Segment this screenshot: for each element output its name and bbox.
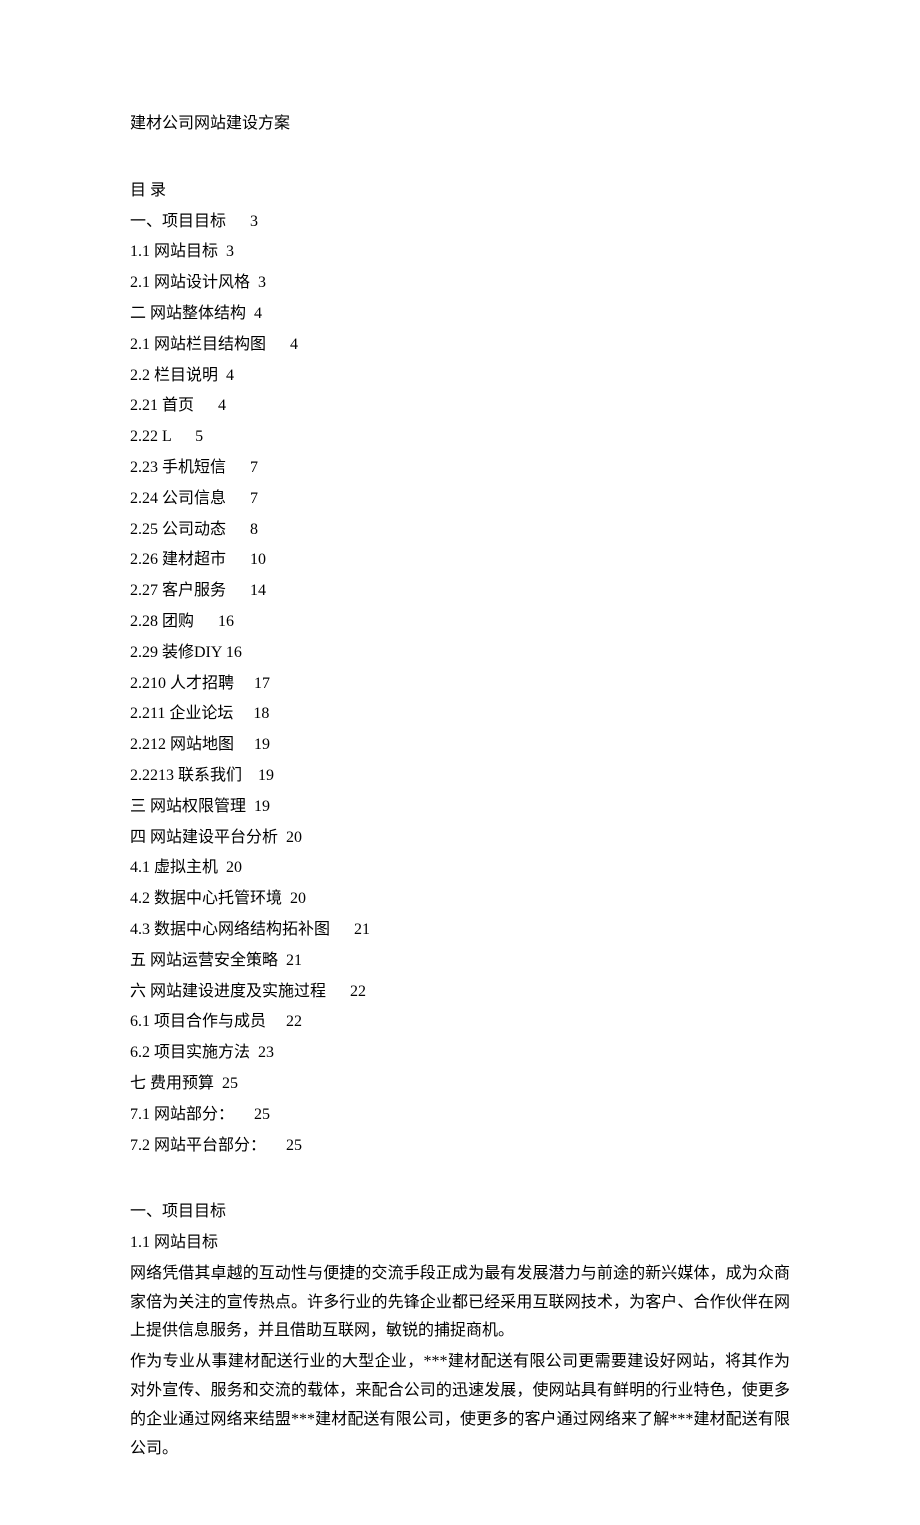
toc-item: 2.210 人才招聘 17 xyxy=(130,670,790,699)
toc-item: 三 网站权限管理 19 xyxy=(130,793,790,822)
toc-item: 2.25 公司动态 8 xyxy=(130,516,790,545)
document-title: 建材公司网站建设方案 xyxy=(130,110,790,139)
toc-item: 2.26 建材超市 10 xyxy=(130,546,790,575)
toc-item: 2.1 网站栏目结构图 4 xyxy=(130,331,790,360)
toc-item: 6.2 项目实施方法 23 xyxy=(130,1039,790,1068)
toc-item: 七 费用预算 25 xyxy=(130,1070,790,1099)
toc-item: 2.1 网站设计风格 3 xyxy=(130,269,790,298)
toc-item: 2.29 装修DIY 16 xyxy=(130,639,790,668)
toc-item: 2.24 公司信息 7 xyxy=(130,485,790,514)
toc-item: 1.1 网站目标 3 xyxy=(130,238,790,267)
paragraph-2: 作为专业从事建材配送行业的大型企业，***建材配送有限公司更需要建设好网站，将其… xyxy=(130,1348,790,1463)
toc-item: 四 网站建设平台分析 20 xyxy=(130,824,790,853)
section-1-subheading: 1.1 网站目标 xyxy=(130,1229,790,1258)
toc-item: 4.3 数据中心网络结构拓补图 21 xyxy=(130,916,790,945)
section-1-heading: 一、项目目标 xyxy=(130,1198,790,1227)
toc-item: 2.23 手机短信 7 xyxy=(130,454,790,483)
toc-item: 一、项目目标 3 xyxy=(130,208,790,237)
toc-item: 2.2213 联系我们 19 xyxy=(130,762,790,791)
toc-item: 7.1 网站部分： 25 xyxy=(130,1101,790,1130)
toc-header: 目 录 xyxy=(130,177,790,206)
paragraph-1: 网络凭借其卓越的互动性与便捷的交流手段正成为最有发展潜力与前途的新兴媒体，成为众… xyxy=(130,1260,790,1346)
toc-item: 7.2 网站平台部分： 25 xyxy=(130,1132,790,1161)
toc-item: 2.211 企业论坛 18 xyxy=(130,700,790,729)
toc-item: 2.28 团购 16 xyxy=(130,608,790,637)
toc-item: 2.21 首页 4 xyxy=(130,392,790,421)
toc-item: 2.212 网站地图 19 xyxy=(130,731,790,760)
toc-item: 五 网站运营安全策略 21 xyxy=(130,947,790,976)
toc-item: 二 网站整体结构 4 xyxy=(130,300,790,329)
toc-item: 4.1 虚拟主机 20 xyxy=(130,854,790,883)
toc-item: 2.2 栏目说明 4 xyxy=(130,362,790,391)
toc-item: 6.1 项目合作与成员 22 xyxy=(130,1008,790,1037)
toc-item: 4.2 数据中心托管环境 20 xyxy=(130,885,790,914)
toc-item: 2.27 客户服务 14 xyxy=(130,577,790,606)
toc-item: 六 网站建设进度及实施过程 22 xyxy=(130,978,790,1007)
toc-list: 一、项目目标 31.1 网站目标 32.1 网站设计风格 3二 网站整体结构 4… xyxy=(130,208,790,1161)
toc-item: 2.22 L 5 xyxy=(130,423,790,452)
